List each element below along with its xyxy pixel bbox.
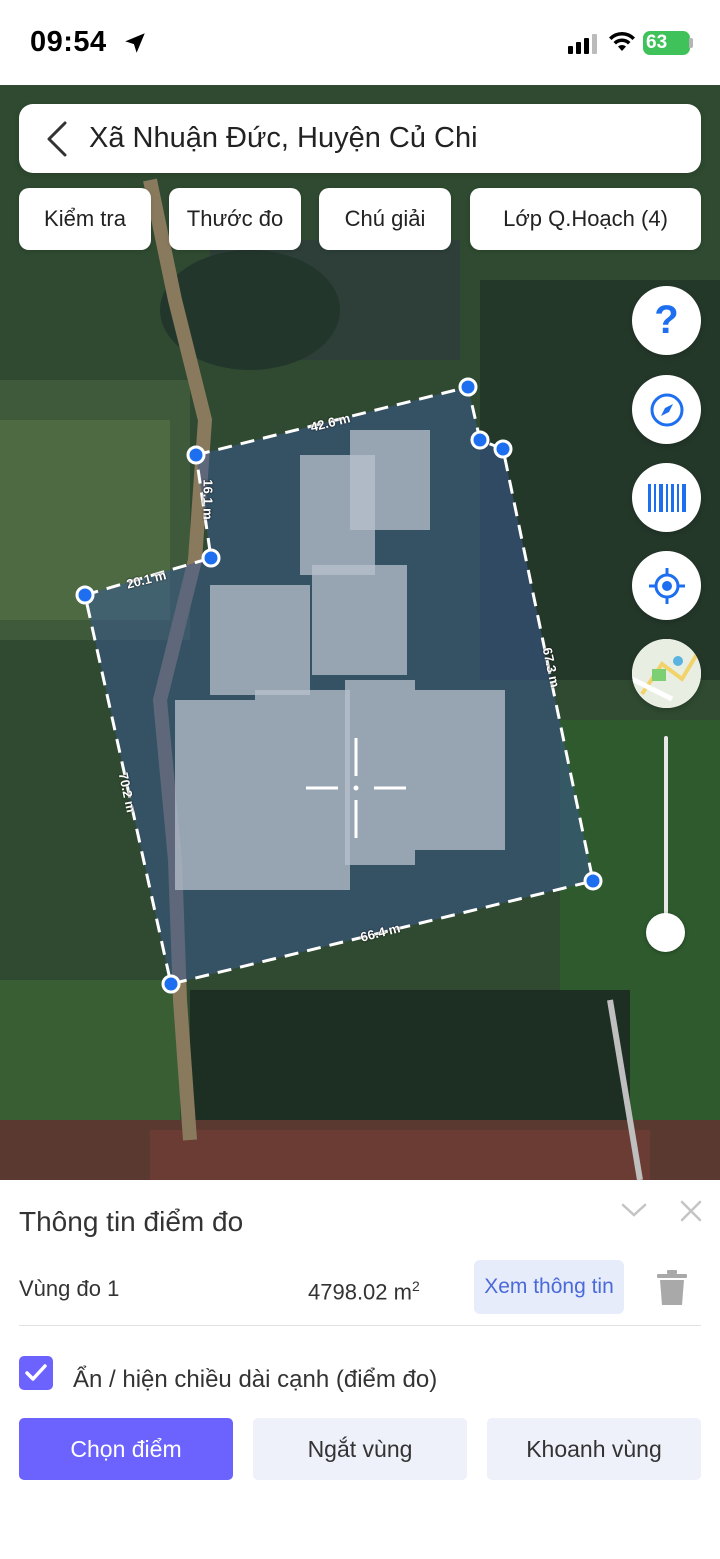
- chip-thuoc-do[interactable]: Thước đo: [169, 188, 301, 250]
- area-value: 4798.02 m: [308, 1279, 412, 1305]
- select-point-button[interactable]: Chọn điểm: [19, 1418, 233, 1480]
- polygon-vertices[interactable]: [0, 85, 720, 1185]
- my-location-button[interactable]: [632, 551, 701, 620]
- region-area: 4798.02 m2: [308, 1278, 420, 1305]
- crosshair-icon: [306, 738, 406, 838]
- status-bar: 09:54 63: [0, 0, 720, 85]
- target-location-icon: [648, 567, 685, 604]
- battery-level: 63: [646, 32, 668, 53]
- map-type-button[interactable]: [632, 639, 701, 708]
- zoom-slider-track[interactable]: [664, 736, 668, 932]
- zoom-slider-knob[interactable]: [646, 913, 685, 952]
- battery-icon: 63: [643, 31, 690, 55]
- help-icon: ?: [654, 298, 679, 342]
- chip-chu-giai[interactable]: Chú giải: [319, 188, 451, 250]
- barcode-icon: [647, 483, 686, 512]
- view-info-button[interactable]: Xem thông tin: [474, 1260, 624, 1314]
- back-arrow-icon[interactable]: [41, 120, 71, 158]
- map-thumbnail-icon: [632, 639, 701, 708]
- vertex-point: [470, 430, 490, 450]
- help-button[interactable]: ?: [632, 286, 701, 355]
- satellite-map[interactable]: 42.6 m 16.1 m 20.1 m 67.3 m 70.2 m 66.4 …: [0, 85, 720, 1185]
- region-name: Vùng đo 1: [19, 1276, 120, 1301]
- close-icon[interactable]: [678, 1198, 704, 1224]
- vertex-point: [493, 439, 513, 459]
- vertex-point: [186, 445, 206, 465]
- location-arrow-icon: [125, 33, 145, 53]
- area-unit-exponent: 2: [411, 1278, 420, 1294]
- measurement-info-panel: Thông tin điểm đo Vùng đo 1 4798.02 m2 X…: [0, 1180, 720, 1559]
- compass-button[interactable]: [632, 375, 701, 444]
- compass-icon: [650, 393, 683, 426]
- vertex-point: [201, 548, 221, 568]
- toggle-edge-length-label: Ẩn / hiện chiều dài cạnh (điểm đo): [73, 1366, 438, 1393]
- vertex-point: [161, 974, 181, 994]
- battery-cap: [689, 38, 693, 48]
- chevron-down-icon[interactable]: [620, 1200, 648, 1220]
- vertex-point: [458, 377, 478, 397]
- wifi-icon: [609, 31, 635, 51]
- status-time: 09:54: [30, 26, 107, 58]
- toggle-edge-length-checkbox[interactable]: [19, 1356, 53, 1390]
- vertex-point: [75, 585, 95, 605]
- trash-icon[interactable]: [656, 1270, 688, 1306]
- panel-divider: [19, 1325, 701, 1326]
- enclose-region-button[interactable]: Khoanh vùng: [487, 1418, 701, 1480]
- chip-kiem-tra[interactable]: Kiểm tra: [19, 188, 151, 250]
- vertex-point: [583, 871, 603, 891]
- cellular-signal-icon: [568, 34, 597, 54]
- checkmark-icon: [25, 1364, 47, 1381]
- location-search-bar[interactable]: Xã Nhuận Đức, Huyện Củ Chi: [19, 104, 701, 173]
- location-title: Xã Nhuận Đức, Huyện Củ Chi: [89, 122, 478, 154]
- barcode-button[interactable]: [632, 463, 701, 532]
- chip-lop-quy-hoach[interactable]: Lớp Q.Hoạch (4): [470, 188, 701, 250]
- panel-title: Thông tin điểm đo: [19, 1206, 244, 1237]
- break-region-button[interactable]: Ngắt vùng: [253, 1418, 467, 1480]
